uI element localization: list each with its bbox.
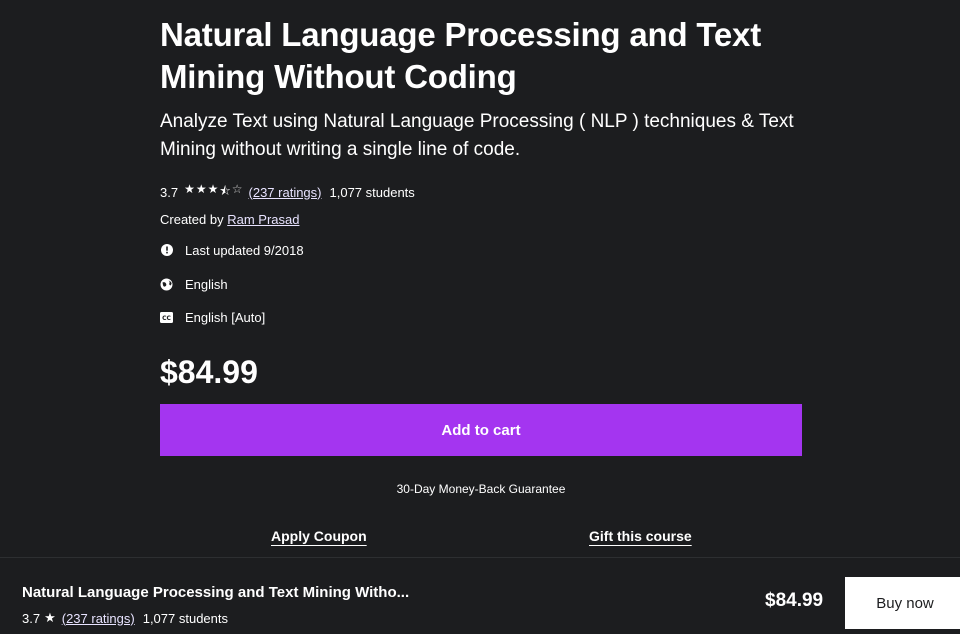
- rating-stars: ★ ★ ★ ⯪ ☆: [184, 182, 242, 203]
- apply-coupon-button[interactable]: Apply Coupon: [271, 528, 367, 544]
- course-landing-page: Natural Language Processing and Text Min…: [0, 0, 960, 634]
- course-price: $84.99: [160, 354, 258, 390]
- buy-now-button[interactable]: Buy now: [844, 576, 960, 630]
- sticky-price: $84.99: [765, 590, 824, 611]
- created-by-label: Created by: [160, 212, 224, 227]
- sticky-purchase-bar: Natural Language Processing and Text Min…: [0, 557, 960, 634]
- sticky-rating-score: 3.7: [22, 610, 41, 626]
- language-row: English: [160, 275, 802, 293]
- rating-row: 3.7 ★ ★ ★ ⯪ ☆ (237 ratings) 1,077 studen…: [160, 182, 802, 203]
- add-to-cart-button[interactable]: Add to cart: [160, 404, 802, 456]
- money-back-guarantee: 30-Day Money-Back Guarantee: [396, 482, 566, 496]
- instructor-link[interactable]: Ram Prasad: [227, 212, 299, 227]
- last-updated-row: Last updated 9/2018: [160, 241, 802, 259]
- captions-row: CC English [Auto]: [160, 308, 802, 326]
- svg-text:CC: CC: [162, 315, 171, 322]
- star-half-icon: ⯪: [219, 183, 231, 198]
- course-subtitle: Analyze Text using Natural Language Proc…: [160, 111, 794, 160]
- course-title: Natural Language Processing and Text Min…: [160, 16, 761, 95]
- created-by-row: Created by Ram Prasad: [160, 212, 802, 230]
- language-text: English: [185, 276, 228, 292]
- gift-course-button[interactable]: Gift this course: [589, 528, 692, 544]
- students-count: 1,077 students: [329, 184, 415, 200]
- coupon-gift-row: Apply Coupon Gift this course: [160, 528, 802, 548]
- sticky-course-title: Natural Language Processing and Text Min…: [22, 584, 410, 601]
- closed-captions-icon: CC: [160, 311, 173, 324]
- star-full-icon: ★: [44, 610, 56, 625]
- course-header: Natural Language Processing and Text Min…: [160, 14, 802, 548]
- star-empty-icon: ☆: [231, 181, 243, 196]
- captions-text: English [Auto]: [185, 309, 266, 325]
- sticky-rating-row: 3.7 ★ (237 ratings) 1,077 students: [22, 610, 228, 626]
- ratings-link[interactable]: (237 ratings): [249, 185, 322, 200]
- star-full-icon: ★: [184, 181, 195, 196]
- globe-icon: [160, 278, 173, 291]
- sticky-students-count: 1,077 students: [142, 610, 229, 626]
- rating-score: 3.7: [160, 184, 179, 200]
- last-updated-text: Last updated 9/2018: [185, 242, 304, 258]
- alert-circle-icon: [160, 244, 173, 257]
- sticky-ratings-link[interactable]: (237 ratings): [62, 611, 135, 626]
- star-full-icon: ★: [195, 181, 207, 196]
- star-full-icon: ★: [207, 181, 219, 196]
